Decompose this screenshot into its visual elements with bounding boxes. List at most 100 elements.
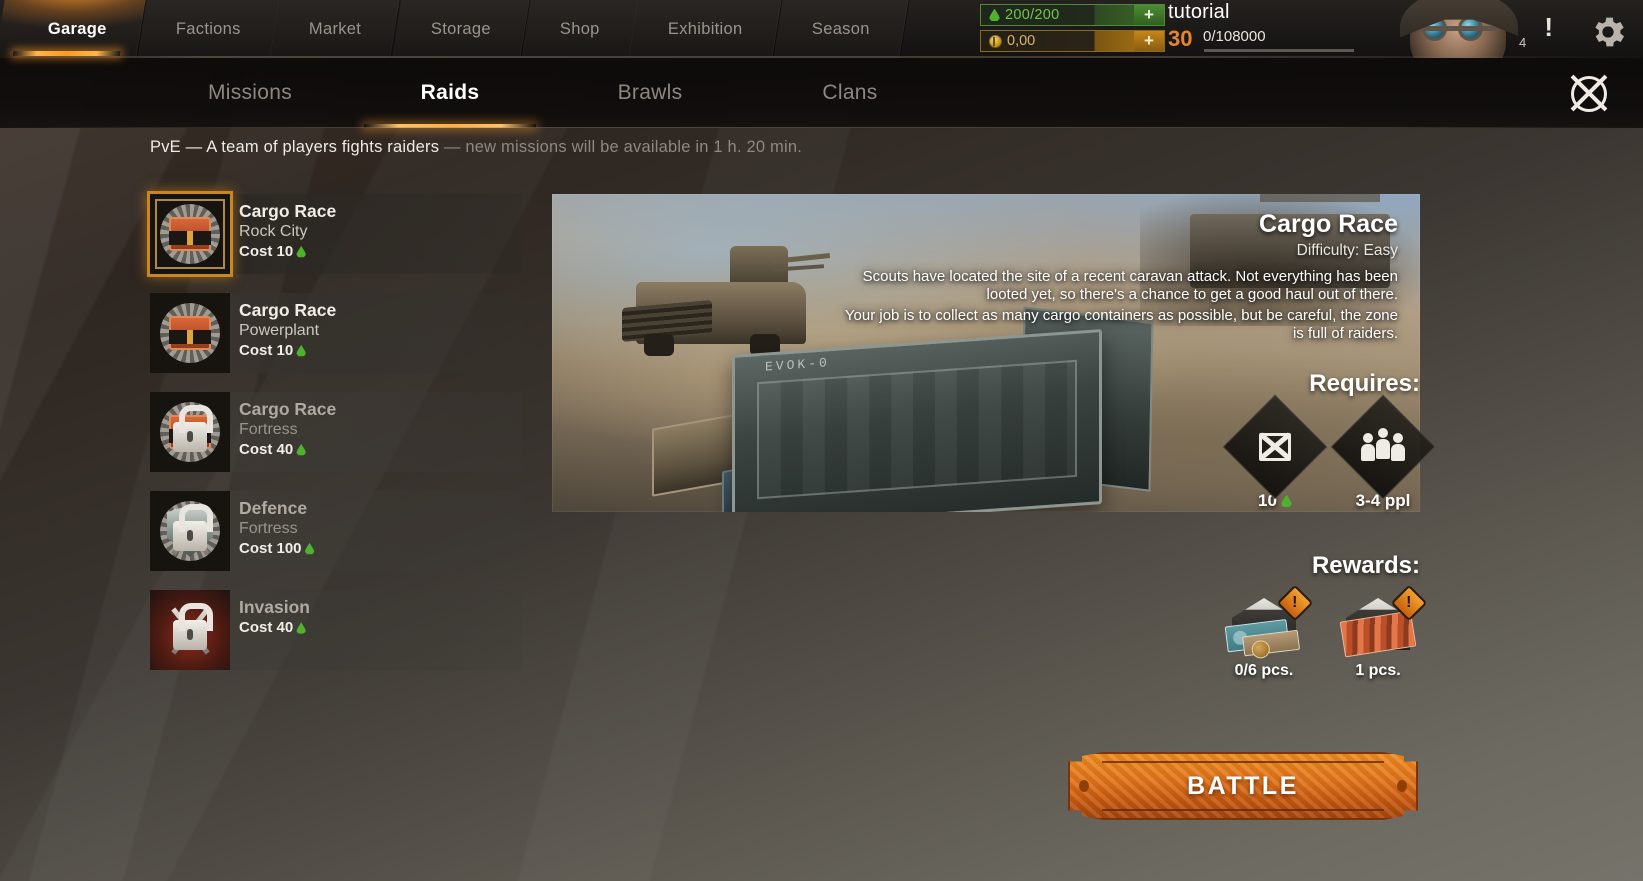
fuel-add-button[interactable]: + [1134,5,1164,25]
coin-body: 0,00 [981,31,1134,51]
avatar[interactable] [1400,0,1518,58]
fuel-drop-icon [1281,494,1292,507]
rewards-heading: Rewards: [1311,552,1420,579]
money-stack-icon: ! [1222,584,1314,660]
pve-strong-text: PvE — A team of players fights raiders [150,138,440,156]
tab-brawls[interactable]: Brawls [550,58,750,128]
nav-label-market: Market [309,19,362,38]
mission-cost: Cost 100 [239,539,522,559]
mission-row-cargo-race-rock-city[interactable]: Cargo Race Rock City Cost 10 [150,194,522,274]
nav-label-season: Season [811,19,870,38]
container-code-text: EVOK-0 [765,355,830,375]
fuel-body: 200/200 [981,5,1134,25]
people-group-icon [1361,433,1405,461]
mission-location: Rock City [239,223,308,241]
player-name: tutorial [1168,1,1230,23]
battle-button[interactable]: BATTLE [1068,752,1418,820]
reward-wires-label: 1 pcs. [1355,662,1401,679]
currency-panel: 200/200 + 0,00 + [980,4,1165,54]
coin-add-button[interactable]: + [1134,31,1164,51]
fuel-drop-icon [296,245,306,258]
detail-cargo-container-main: EVOK-0 [732,329,1102,512]
reward-item-money[interactable]: ! 0/6 pcs. [1222,584,1314,680]
pve-description-line: PvE — A team of players fights raiders —… [150,138,802,157]
nav-item-factions[interactable]: Factions [137,0,281,58]
tab-raids[interactable]: Raids [350,58,550,128]
tab-label-brawls: Brawls [617,81,683,104]
rewards-section: Rewards: ! 0/6 pcs. ! 1 pcs. [1180,552,1428,680]
requires-diamond-frame [1222,394,1328,500]
close-button[interactable] [1567,72,1611,116]
battle-button-label: BATTLE [1187,771,1299,800]
reward-item-wires[interactable]: ! 1 pcs. [1336,584,1428,680]
mission-cost-text: Cost 10 [239,341,294,359]
nav-item-exhibition[interactable]: Exhibition [629,0,783,58]
detail-description: Scouts have located the site of a recent… [838,268,1398,345]
pve-muted-text: — new missions will be available in 1 h.… [439,138,803,156]
detail-description-line-2: Your job is to collect as many cargo con… [844,306,1398,342]
requires-section: Requires: 10 3-4 ppl [1180,370,1436,511]
reward-money-label: 0/6 pcs. [1234,662,1294,679]
nav-label-storage: Storage [430,19,491,38]
mission-name: Cargo Race [239,399,337,419]
mission-cost-text: Cost 100 [239,539,302,557]
mission-cost-text: Cost 40 [239,619,294,637]
player-xp-bar [1204,49,1354,52]
mission-cost-text: Cost 10 [239,242,294,260]
player-info[interactable]: tutorial 30 0/108000 [1168,0,1373,58]
fuel-drop-icon [304,542,315,555]
mission-location: Fortress [239,421,298,439]
coin-icon [989,34,1002,48]
game-screen: Garage Factions Market Storage Shop Exhi… [0,0,1643,881]
mission-icon-lock-swords-icon [150,590,230,670]
notifications-button[interactable]: ! 4 [1519,14,1559,50]
exclamation-icon: ! [1544,12,1553,42]
tab-missions[interactable]: Missions [150,58,350,128]
avatar-goggle-strap [1420,26,1498,31]
reward-badge-text: ! [1406,593,1412,611]
nav-item-season[interactable]: Season [773,0,910,58]
mission-cost: Cost 10 [239,242,522,262]
coin-currency[interactable]: 0,00 + [980,30,1165,52]
mission-location: Powerplant [239,322,320,340]
nav-item-garage[interactable]: Garage [0,0,147,58]
nav-item-market[interactable]: Market [270,0,402,58]
mission-row-cargo-race-powerplant[interactable]: Cargo Race Powerplant Cost 10 [150,293,522,373]
settings-button[interactable] [1585,12,1631,52]
mission-row-defence-fortress[interactable]: Defence Fortress Cost 100 [150,491,522,571]
detail-difficulty: Difficulty: Easy [1296,242,1398,259]
mission-cost-text: Cost 40 [239,440,294,458]
reward-badge-text: ! [1292,593,1298,611]
fuel-currency[interactable]: 200/200 + [980,4,1165,26]
mission-location: Fortress [239,520,298,538]
requires-heading: Requires: [1309,370,1420,397]
mission-cost: Cost 40 [239,618,522,638]
mission-icon-cargo-crate-gear-icon [150,293,230,373]
secondary-tabs: Missions Raids Brawls Clans [0,58,1643,128]
mission-icon-lock-gear-icon [150,392,230,472]
mission-name: Invasion [239,597,310,617]
mission-list: Cargo Race Rock City Cost 10 Cargo Race … [150,194,522,689]
nav-item-shop[interactable]: Shop [520,0,639,58]
primary-navigation: Garage Factions Market Storage Shop Exhi… [0,0,910,58]
coin-value: 0,00 [1007,33,1036,49]
requires-item-cargo: 10 [1222,394,1328,511]
mission-row-invasion[interactable]: Invasion Cost 40 [150,590,522,670]
tab-label-missions: Missions [207,81,293,104]
nav-item-storage[interactable]: Storage [392,0,531,58]
nav-label-exhibition: Exhibition [668,19,743,38]
requires-diamond-frame [1330,394,1436,500]
cargo-crate-icon [1258,432,1292,461]
player-xp: 0/108000 [1203,28,1266,45]
detail-raider-truck [622,242,831,362]
top-bar: Garage Factions Market Storage Shop Exhi… [0,0,1643,58]
mission-icon-cargo-crate-gear-icon [150,194,230,274]
fuel-drop-icon [296,443,306,456]
mission-cost: Cost 40 [239,440,522,460]
mission-row-cargo-race-fortress[interactable]: Cargo Race Fortress Cost 40 [150,392,522,472]
mission-cost: Cost 10 [239,341,522,361]
copper-wires-icon: ! [1336,584,1428,658]
tab-clans[interactable]: Clans [750,58,950,128]
mission-name: Defence [239,498,308,518]
fuel-value: 200/200 [1005,7,1060,23]
